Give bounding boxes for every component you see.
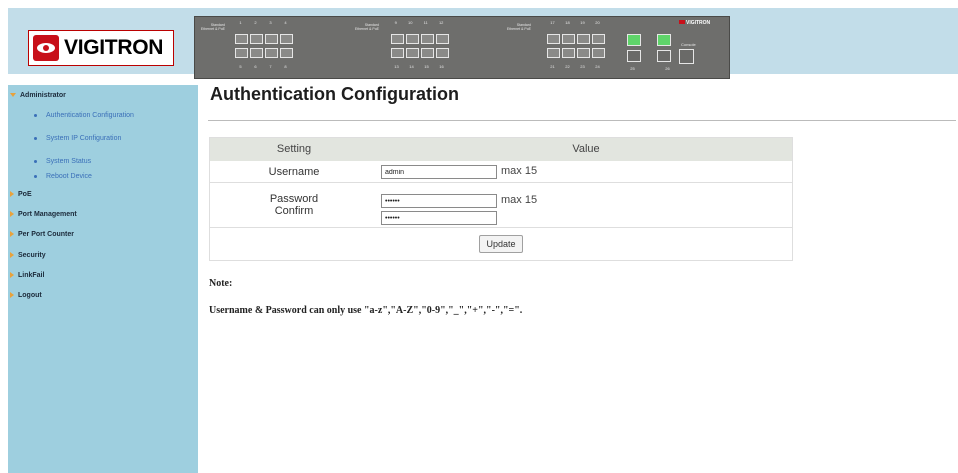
password-labels: Password Confirm [209, 183, 379, 227]
password-max-hint: max 15 [501, 194, 538, 206]
auth-config-table: Setting Value Username max 15 Password C… [209, 137, 793, 261]
password-input[interactable] [381, 194, 497, 208]
port-numbers-top: 17 18 19 20 [550, 20, 600, 25]
note-text: Username & Password can only use "a-z","… [209, 305, 523, 316]
port-10[interactable] [406, 34, 419, 44]
port-21[interactable] [547, 48, 560, 58]
port-18[interactable] [562, 34, 575, 44]
port-19[interactable] [577, 34, 590, 44]
page-title: Authentication Configuration [210, 84, 459, 104]
port-15[interactable] [421, 48, 434, 58]
update-button[interactable]: Update [479, 235, 523, 253]
sfp-numbers: 25 26 [630, 66, 670, 71]
bullet-icon [34, 137, 37, 140]
bullet-icon [34, 114, 37, 117]
confirm-password-input[interactable] [381, 211, 497, 225]
collapsed-arrow-icon [10, 292, 14, 299]
sidebar-item-poe[interactable]: PoE [10, 191, 32, 198]
port-1[interactable] [235, 34, 248, 44]
sfp-port-25[interactable] [627, 34, 641, 46]
table-row-actions: Update [209, 228, 793, 261]
port-8[interactable] [280, 48, 293, 58]
sidebar-item-per-port-counter[interactable]: Per Port Counter [10, 231, 74, 238]
port-group-label: Standard Ethernet & PoE [200, 23, 225, 31]
username-input[interactable] [381, 165, 497, 179]
column-header-value: Value [572, 143, 600, 155]
panel-brand-label: VIGITRON [679, 20, 710, 26]
console-port[interactable] [679, 49, 694, 64]
sfp-port-25-lower[interactable] [627, 50, 641, 62]
sfp-port-26[interactable] [657, 34, 671, 46]
bullet-icon [34, 160, 37, 163]
collapsed-arrow-icon [10, 231, 14, 238]
port-numbers-top: 9 10 11 12 [394, 20, 444, 25]
collapsed-arrow-icon [10, 211, 14, 218]
port-11[interactable] [421, 34, 434, 44]
port-numbers-bottom: 21 22 23 24 [550, 64, 600, 69]
sidebar-item-logout[interactable]: Logout [10, 292, 42, 299]
sidebar-item-linkfail[interactable]: LinkFail [10, 272, 44, 279]
header-banner: VIGITRON Standard Ethernet & PoE 1234 56… [8, 8, 958, 79]
sidebar-item-security[interactable]: Security [10, 252, 46, 259]
port-group-label: Standard Ethernet & PoE [354, 23, 379, 31]
column-header-setting: Setting [276, 143, 312, 155]
port-numbers-bottom: 5678 [239, 64, 287, 69]
table-header-row: Setting Value [209, 137, 793, 161]
confirm-label: Confirm [274, 205, 314, 217]
username-label: Username [268, 166, 320, 178]
port-numbers-top: 1234 [239, 20, 287, 25]
sidebar-item-port-management[interactable]: Port Management [10, 211, 77, 218]
port-3[interactable] [265, 34, 278, 44]
port-numbers-bottom: 13 14 15 16 [394, 64, 444, 69]
title-divider [208, 120, 956, 121]
port-9[interactable] [391, 34, 404, 44]
port-13[interactable] [391, 48, 404, 58]
port-12[interactable] [436, 34, 449, 44]
username-max-hint: max 15 [501, 165, 538, 177]
sidebar-link-system-ip-configuration[interactable]: System IP Configuration [34, 135, 176, 143]
sidebar-item-administrator[interactable]: Administrator [10, 92, 66, 99]
port-17[interactable] [547, 34, 560, 44]
sidebar-link-system-status[interactable]: System Status [34, 158, 176, 166]
port-5[interactable] [235, 48, 248, 58]
port-7[interactable] [265, 48, 278, 58]
console-label: Console [681, 42, 696, 47]
port-2[interactable] [250, 34, 263, 44]
logo-text: VIGITRON [64, 36, 164, 59]
sidebar-link-reboot-device[interactable]: Reboot Device [34, 173, 176, 181]
note-label: Note: [209, 278, 233, 289]
port-20[interactable] [592, 34, 605, 44]
collapsed-arrow-icon [10, 191, 14, 198]
port-4[interactable] [280, 34, 293, 44]
port-14[interactable] [406, 48, 419, 58]
port-24[interactable] [592, 48, 605, 58]
collapsed-arrow-icon [10, 272, 14, 279]
sfp-port-26-lower[interactable] [657, 50, 671, 62]
port-6[interactable] [250, 48, 263, 58]
collapsed-arrow-icon [10, 252, 14, 259]
vigitron-logo: VIGITRON [28, 30, 174, 66]
port-16[interactable] [436, 48, 449, 58]
bullet-icon [34, 175, 37, 178]
sidebar-link-authentication-configuration[interactable]: Authentication Configuration [34, 112, 176, 120]
port-22[interactable] [562, 48, 575, 58]
eye-logo-icon [33, 35, 59, 61]
switch-front-panel: Standard Ethernet & PoE 1234 5678 Standa… [194, 16, 730, 79]
port-group-label: Standard Ethernet & PoE [506, 23, 531, 31]
expanded-arrow-icon [10, 93, 16, 98]
password-label: Password [269, 193, 319, 205]
sidebar-nav: Administrator Authentication Configurati… [8, 85, 198, 473]
port-23[interactable] [577, 48, 590, 58]
